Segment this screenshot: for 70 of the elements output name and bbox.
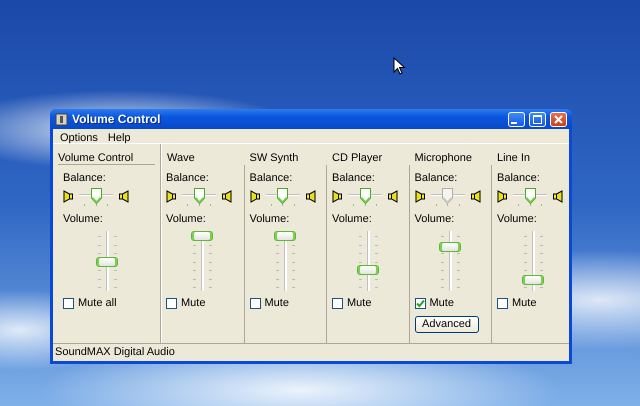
speaker-icon (332, 190, 342, 203)
speaker-icon (166, 190, 176, 203)
balance-slider[interactable] (513, 188, 547, 206)
checkbox-label[interactable]: Mute (430, 295, 454, 312)
balance-slider[interactable] (430, 188, 464, 206)
menu-item[interactable]: Options (55, 129, 103, 143)
minimize-button[interactable] (508, 112, 525, 126)
speaker-icon (414, 190, 424, 203)
volume-label: Volume: (250, 212, 290, 226)
channel-name: Microphone (414, 151, 473, 165)
speaker-icon (119, 190, 129, 203)
mute-checkbox[interactable] (414, 298, 426, 309)
channel-name: CD Player (331, 151, 384, 165)
balance-thumb[interactable] (194, 188, 204, 204)
maximize-button[interactable] (529, 112, 546, 126)
speaker-icon (222, 190, 232, 203)
balance-label: Balance: (166, 171, 210, 186)
volume-label: Volume: (63, 212, 104, 226)
minimize-icon (511, 122, 517, 124)
checkbox-label[interactable]: Mute (512, 295, 536, 312)
speaker-icon (63, 190, 73, 203)
volume-thumb[interactable] (522, 275, 544, 286)
close-button[interactable] (550, 112, 567, 126)
volume-label: Volume: (166, 212, 207, 226)
volume-thumb[interactable] (439, 242, 462, 252)
menu-item[interactable]: Help (102, 129, 136, 143)
volume-label: Volume: (414, 212, 456, 226)
advanced-button[interactable]: Advanced (414, 316, 478, 332)
speaker-icon (388, 190, 398, 203)
channel-name: Wave (166, 151, 196, 165)
speaker-icon (306, 190, 316, 203)
checkbox-label[interactable]: Mute (347, 295, 372, 312)
balance-slider[interactable] (182, 188, 216, 206)
balance-slider[interactable] (79, 188, 113, 206)
volume-thumb[interactable] (274, 231, 296, 241)
volume-thumb[interactable] (356, 264, 379, 275)
mute-checkbox[interactable] (166, 298, 177, 309)
window-title: Volume Control (72, 111, 160, 128)
balance-label: Balance: (63, 171, 107, 186)
mouse-pointer-icon (393, 57, 407, 75)
volume-label: Volume: (497, 212, 538, 226)
channel-name: SW Synth (248, 151, 300, 165)
mute-checkbox[interactable] (250, 298, 260, 309)
volume-thumb[interactable] (96, 257, 118, 267)
mute-checkbox[interactable] (332, 298, 343, 309)
balance-slider[interactable] (348, 188, 382, 206)
checkbox-label[interactable]: Mute (181, 295, 206, 312)
balance-label: Balance: (332, 171, 376, 186)
checkbox-label[interactable]: Mute all (78, 295, 117, 312)
channel-name: Volume Control (58, 144, 155, 165)
volume-label: Volume: (332, 212, 373, 226)
speaker-icon (497, 190, 507, 203)
speaker-icon (250, 190, 260, 203)
balance-thumb[interactable] (524, 188, 536, 204)
balance-label: Balance: (250, 171, 294, 186)
volume-thumb[interactable] (191, 231, 214, 241)
balance-slider[interactable] (266, 188, 300, 206)
app-icon (55, 112, 68, 126)
speaker-icon (553, 190, 563, 203)
balance-thumb[interactable] (277, 188, 288, 204)
balance-thumb[interactable] (90, 188, 102, 204)
balance-label: Balance: (497, 171, 541, 186)
checkbox-label[interactable]: Mute (264, 295, 289, 312)
balance-thumb[interactable] (360, 188, 370, 204)
channel-name: Line In (496, 151, 532, 165)
mute-checkbox[interactable] (63, 298, 74, 309)
mute-checkbox[interactable] (497, 298, 508, 309)
status-bar-text: SoundMAX Digital Audio (54, 345, 176, 360)
speaker-icon (470, 190, 480, 203)
balance-label: Balance: (414, 171, 458, 186)
